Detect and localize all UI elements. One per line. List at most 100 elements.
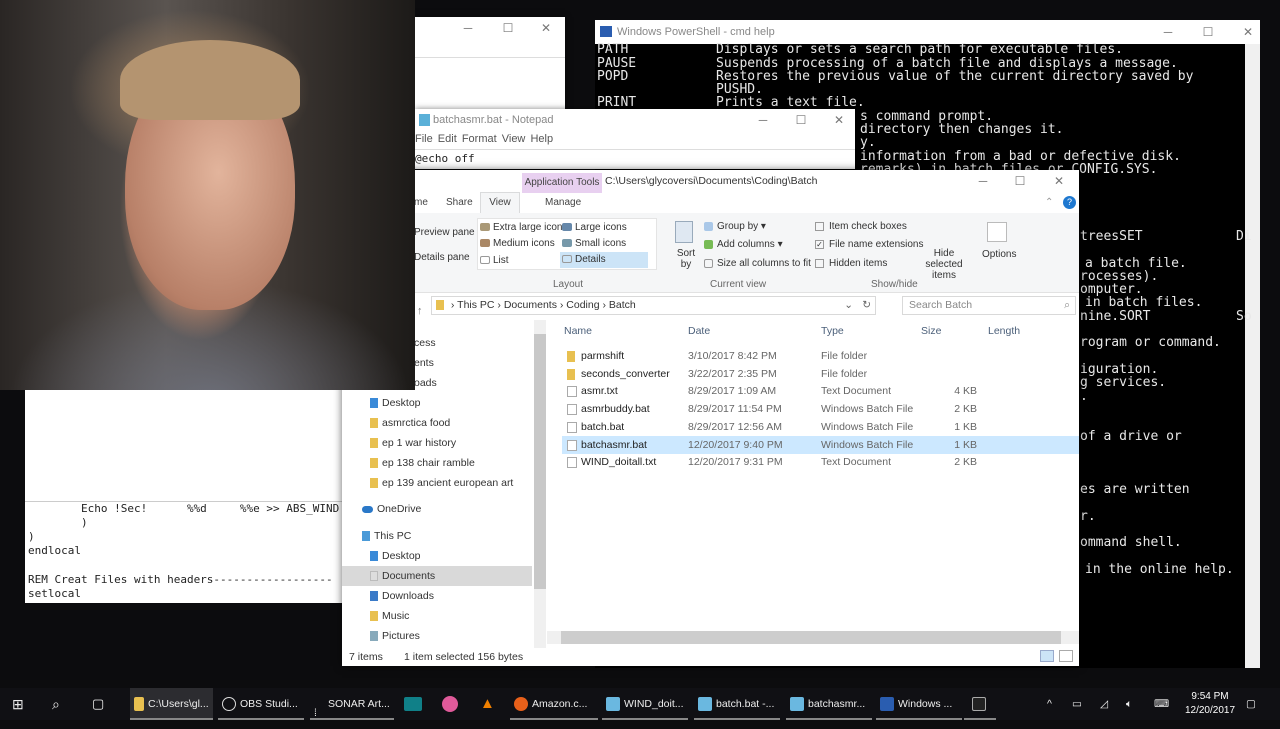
search-input[interactable]: Search Batch ⌕ (902, 296, 1076, 315)
tab-share[interactable]: Share (446, 197, 473, 208)
close-button[interactable]: ✕ (523, 17, 569, 39)
large-icons-view-button[interactable] (1059, 650, 1073, 662)
taskbar-notepad-batch[interactable]: batch.bat -... (694, 688, 780, 720)
address-bar[interactable]: › This PC › Documents › Coding › Batch ⌄… (431, 296, 876, 315)
column-type[interactable]: Type (821, 325, 844, 337)
taskbar-sonar[interactable]: ⁞ SONAR Art... (310, 688, 394, 720)
file-name-extensions-checkbox[interactable]: ✓ File name extensions (815, 239, 924, 250)
show-hidden-icons[interactable]: ^ (1047, 688, 1052, 720)
breadcrumb-documents[interactable]: Documents (504, 299, 557, 311)
taskbar-vlc[interactable]: ▲ (480, 688, 495, 720)
menu-file[interactable]: File (415, 133, 433, 145)
column-length[interactable]: Length (988, 325, 1020, 337)
taskbar-notepad-wind[interactable]: WIND_doit... (602, 688, 688, 720)
taskbar-powershell[interactable]: Windows ... (876, 688, 962, 720)
taskbar-itunes[interactable] (442, 688, 462, 720)
options-button[interactable]: Options (982, 249, 1016, 260)
file-explorer-window[interactable]: Application Tools C:\Users\glycoversi\Do… (342, 170, 1079, 666)
menu-view[interactable]: View (502, 133, 526, 145)
taskbar-cmd[interactable] (964, 688, 996, 720)
file-row[interactable]: seconds_converter 3/22/2017 2:35 PM File… (562, 365, 1079, 383)
background-window[interactable]: ─ ☐ ✕ (415, 17, 565, 109)
task-view-icon[interactable]: ▢ (92, 688, 104, 720)
item-check-boxes-checkbox[interactable]: Item check boxes (815, 221, 907, 232)
nav-item-onedrive[interactable]: OneDrive (362, 499, 552, 519)
refresh-icon[interactable]: ↻ (862, 297, 871, 314)
battery-icon[interactable]: ▭ (1072, 688, 1082, 720)
application-tools-tab[interactable]: Application Tools (522, 173, 602, 193)
taskbar-obs[interactable]: OBS Studi... (218, 688, 304, 720)
search-icon[interactable]: ⌕ (52, 688, 60, 720)
nav-scrollbar[interactable] (534, 320, 546, 648)
file-row[interactable]: parmshift 3/10/2017 8:42 PM File folder (562, 347, 1079, 365)
nav-item-pictures[interactable]: Pictures (370, 626, 560, 646)
menu-format[interactable]: Format (462, 133, 497, 145)
taskbar-firefox[interactable]: Amazon.c... (510, 688, 598, 720)
file-row[interactable]: asmr.txt 8/29/2017 1:09 AM Text Document… (562, 382, 1079, 400)
taskbar-explorer[interactable]: C:\Users\gl... (130, 688, 213, 720)
column-size[interactable]: Size (921, 325, 941, 337)
taskbar-notepad-batchasmr[interactable]: batchasmr... (786, 688, 872, 720)
action-center-icon[interactable]: ▢ (1246, 688, 1256, 720)
hidden-items-checkbox[interactable]: Hidden items (815, 258, 887, 269)
nav-item-folder[interactable]: ep 1 war history (370, 433, 560, 453)
group-by-button[interactable]: Group by ▾ (704, 221, 766, 232)
nav-item-downloads[interactable]: Downloads (370, 586, 560, 606)
size-columns-button[interactable]: Size all columns to fit (704, 258, 811, 269)
tab-view[interactable]: View (480, 192, 520, 214)
nav-item-music[interactable]: Music (370, 606, 560, 626)
breadcrumb-this-pc[interactable]: This PC (457, 299, 494, 311)
text-area[interactable]: @echo off (415, 149, 855, 165)
layout-large-icons[interactable]: Large icons (562, 222, 627, 233)
taskbar-mail[interactable] (404, 688, 426, 720)
dropdown-icon[interactable]: ⌄ (844, 297, 853, 314)
notepad-window[interactable]: batchasmr.bat - Notepad ─ ☐ ✕ File Edit … (415, 109, 855, 169)
preview-pane-button[interactable]: Preview pane (414, 227, 475, 238)
help-icon[interactable]: ? (1063, 196, 1076, 209)
column-date[interactable]: Date (688, 325, 710, 337)
notepad-editor-window[interactable]: Echo !Sec! %%d %%e >> ABS_WIND ) ) endlo… (25, 390, 343, 603)
file-row[interactable]: batch.bat 8/29/2017 12:56 AM Windows Bat… (562, 418, 1079, 436)
nav-item-documents[interactable]: Documents (342, 566, 532, 586)
layout-small-icons[interactable]: Small icons (562, 238, 626, 249)
breadcrumb-coding[interactable]: Coding (566, 299, 599, 311)
nav-item-this-pc[interactable]: This PC (362, 526, 552, 546)
file-row[interactable]: batchasmr.bat 12/20/2017 9:40 PM Windows… (562, 435, 1079, 454)
clock[interactable]: 9:54 PM 12/20/2017 (1180, 690, 1240, 718)
layout-extra-large-icons[interactable]: Extra large icons (480, 222, 567, 233)
layout-list[interactable]: List (480, 255, 509, 266)
close-button[interactable]: ✕ (1036, 170, 1082, 192)
sort-by-button[interactable]: Sort by (675, 248, 697, 270)
keyboard-icon[interactable]: ⌨ (1154, 688, 1169, 720)
nav-item-folder[interactable]: ep 138 chair ramble (370, 453, 560, 473)
menu-edit[interactable]: Edit (438, 133, 457, 145)
layout-medium-icons[interactable]: Medium icons (480, 238, 555, 249)
volume-icon[interactable]: 🔈︎ (1126, 688, 1132, 720)
nav-item-folder[interactable]: asmrctica food (370, 413, 560, 433)
add-columns-button[interactable]: Add columns ▾ (704, 239, 783, 250)
file-row[interactable]: asmrbuddy.bat 8/29/2017 11:54 PM Windows… (562, 400, 1079, 418)
hide-selected-items-button[interactable]: Hide selected items (914, 248, 974, 281)
collapse-ribbon-icon[interactable]: ⌃ (1045, 197, 1053, 208)
nav-item-desktop-pinned[interactable]: Desktop (370, 393, 560, 413)
start-button[interactable]: ⊞ (12, 688, 24, 720)
column-name[interactable]: Name (564, 325, 592, 337)
file-row[interactable]: WIND_doitall.txt 12/20/2017 9:31 PM Text… (562, 453, 1079, 471)
details-view-button[interactable] (1040, 650, 1054, 662)
breadcrumb-batch[interactable]: Batch (609, 299, 636, 311)
scrollbar[interactable] (1245, 44, 1260, 668)
close-button[interactable]: ✕ (1225, 21, 1271, 43)
close-button[interactable]: ✕ (816, 109, 862, 131)
nav-item-folder[interactable]: ep 139 ancient european art (370, 473, 560, 493)
nav-item-desktop[interactable]: Desktop (370, 546, 560, 566)
menu-help[interactable]: Help (530, 133, 553, 145)
horizontal-scrollbar[interactable] (547, 631, 1079, 644)
network-icon[interactable]: ◿ (1100, 688, 1108, 720)
powershell-titlebar[interactable]: Windows PowerShell - cmd help ─ ☐ ✕ (595, 20, 1260, 44)
layout-details[interactable]: Details (560, 252, 648, 268)
tab-home[interactable]: me (414, 197, 428, 208)
scrollbar-thumb[interactable] (534, 334, 546, 589)
scrollbar-thumb[interactable] (561, 631, 1061, 644)
details-pane-button[interactable]: Details pane (414, 252, 470, 263)
tab-manage[interactable]: Manage (545, 197, 581, 208)
